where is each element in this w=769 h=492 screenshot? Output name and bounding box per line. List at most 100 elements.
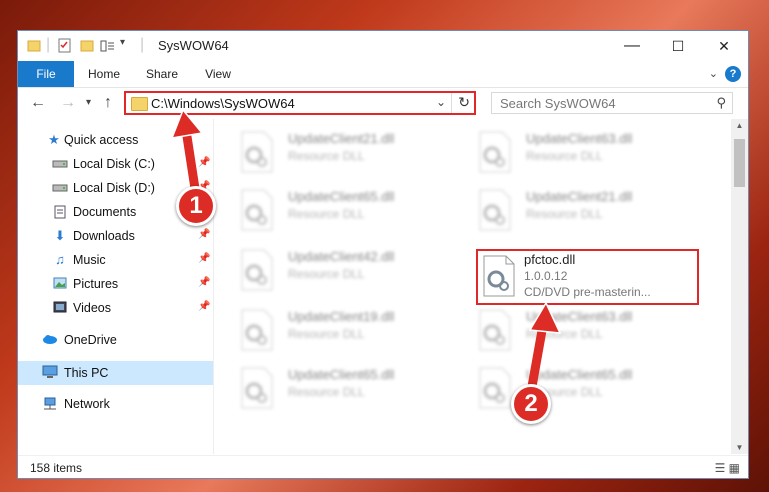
- view-toggle-icons[interactable]: ☰ ▦: [715, 461, 740, 475]
- navigation-pane: ★ Quick access Local Disk (C:) 📌 Local D…: [18, 119, 214, 454]
- up-arrow-icon[interactable]: ↑: [104, 94, 112, 112]
- sidebar-item-videos[interactable]: Videos 📌: [18, 297, 213, 319]
- tab-home[interactable]: Home: [80, 61, 128, 87]
- file-type: Resource DLL: [526, 149, 603, 163]
- sidebar-item-downloads[interactable]: ⬇ Downloads 📌: [18, 225, 213, 247]
- sidebar-item-quick-access[interactable]: ★ Quick access: [18, 129, 213, 151]
- list-item[interactable]: UpdateClient21.dll Resource DLL: [478, 185, 708, 235]
- status-bar: 158 items ☰ ▦: [18, 455, 748, 478]
- file-type: Resource DLL: [288, 149, 365, 163]
- pin-icon[interactable]: 📌: [198, 277, 210, 288]
- sidebar-item-pictures[interactable]: Pictures 📌: [18, 273, 213, 295]
- sidebar-item-this-pc[interactable]: This PC: [18, 361, 213, 385]
- pin-icon[interactable]: 📌: [198, 301, 210, 312]
- list-item[interactable]: UpdateClient42.dll Resource DLL: [240, 245, 470, 295]
- dll-file-icon: [241, 367, 273, 409]
- sidebar-item-music[interactable]: ♫ Music 📌: [18, 249, 213, 271]
- network-icon: [42, 397, 58, 411]
- sidebar-item-label: Documents: [73, 205, 137, 219]
- pin-icon[interactable]: 📌: [198, 229, 210, 240]
- music-icon: ♫: [55, 252, 65, 267]
- address-path[interactable]: C:\Windows\SysWOW64: [151, 96, 295, 111]
- search-box[interactable]: Search SysWOW64 ⚲: [491, 92, 733, 114]
- sidebar-item-label: Local Disk (C:): [73, 157, 155, 171]
- dll-file-icon: [479, 309, 511, 351]
- dll-file-icon: [241, 249, 273, 291]
- tab-view[interactable]: View: [194, 61, 242, 87]
- navigation-bar: ← → ▾ ↑ C:\Windows\SysWOW64 ⌄ ↻ Search S…: [18, 88, 748, 118]
- selection-highlight: [476, 249, 699, 305]
- search-input[interactable]: Search SysWOW64: [500, 96, 616, 111]
- new-folder-icon[interactable]: [80, 38, 94, 54]
- file-name: UpdateClient65.dll: [288, 189, 395, 204]
- file-name: UpdateClient63.dll: [526, 309, 633, 324]
- pin-icon[interactable]: 📌: [198, 157, 210, 168]
- recent-locations-icon[interactable]: ▾: [86, 97, 91, 108]
- dll-file-icon: [241, 189, 273, 231]
- list-item[interactable]: UpdateClient65.dll Resource DLL: [240, 363, 470, 413]
- star-icon: ★: [48, 132, 60, 147]
- scroll-thumb[interactable]: [734, 139, 745, 187]
- item-count: 158 items: [30, 461, 83, 475]
- file-type: Resource DLL: [288, 327, 365, 341]
- drive-icon: [52, 181, 68, 195]
- file-name: UpdateClient65.dll: [526, 367, 633, 382]
- toolbar-divider: |: [46, 36, 51, 53]
- title-divider: |: [140, 36, 145, 53]
- help-icon[interactable]: ?: [725, 66, 741, 82]
- dll-file-icon: [479, 131, 511, 173]
- list-item[interactable]: UpdateClient65.dll Resource DLL: [240, 185, 470, 235]
- file-name: UpdateClient63.dll: [526, 131, 633, 146]
- expand-ribbon-icon[interactable]: ⌄: [709, 67, 718, 80]
- sidebar-item-label: Downloads: [73, 229, 135, 243]
- sidebar-item-label: Music: [73, 253, 106, 267]
- maximize-button[interactable]: ☐: [655, 31, 701, 61]
- customize-view-icon[interactable]: [100, 38, 116, 54]
- address-dropdown-icon[interactable]: ⌄: [436, 95, 446, 109]
- download-icon: ⬇: [54, 228, 66, 243]
- file-name: UpdateClient21.dll: [526, 189, 633, 204]
- dll-file-icon: [241, 309, 273, 351]
- file-list: UpdateClient21.dll Resource DLL UpdateCl…: [214, 119, 730, 454]
- file-type: Resource DLL: [288, 385, 365, 399]
- search-icon[interactable]: ⚲: [716, 95, 726, 111]
- refresh-icon[interactable]: ↻: [458, 94, 470, 111]
- list-item[interactable]: UpdateClient21.dll Resource DLL: [240, 127, 470, 177]
- file-name: UpdateClient19.dll: [288, 309, 395, 324]
- folder-icon: [131, 97, 148, 111]
- annotation-badge-1: 1: [176, 186, 216, 226]
- quick-access-dropdown-icon[interactable]: ▾: [120, 37, 125, 53]
- file-type: Resource DLL: [526, 327, 603, 341]
- ribbon: File Home Share View ⌄ ?: [18, 61, 748, 88]
- list-item[interactable]: UpdateClient63.dll Resource DLL: [478, 127, 708, 177]
- computer-icon: [42, 365, 58, 379]
- file-name: UpdateClient65.dll: [288, 367, 395, 382]
- sidebar-item-label: Network: [64, 397, 110, 411]
- vertical-scrollbar[interactable]: ▲ ▼: [731, 119, 748, 454]
- tab-file[interactable]: File: [18, 61, 74, 87]
- window-title: SysWOW64: [158, 38, 229, 53]
- folder-icon: [27, 40, 41, 52]
- tab-share[interactable]: Share: [138, 61, 186, 87]
- sidebar-item-label: Pictures: [73, 277, 119, 291]
- forward-arrow-icon[interactable]: →: [60, 94, 76, 112]
- list-item[interactable]: UpdateClient63.dll Resource DLL: [478, 305, 708, 355]
- list-item[interactable]: UpdateClient19.dll Resource DLL: [240, 305, 470, 355]
- explorer-window: | ▾ | SysWOW64 — ☐ ✕ File Home Share Vie…: [17, 30, 749, 479]
- sidebar-item-onedrive[interactable]: OneDrive: [18, 329, 213, 351]
- close-button[interactable]: ✕: [701, 31, 747, 61]
- sidebar-item-label: OneDrive: [64, 333, 117, 347]
- properties-icon[interactable]: [58, 38, 72, 54]
- address-bar[interactable]: C:\Windows\SysWOW64 ⌄ ↻: [124, 91, 476, 115]
- sidebar-item-label: Videos: [73, 301, 111, 315]
- back-arrow-icon[interactable]: ←: [30, 94, 46, 112]
- sidebar-item-network[interactable]: Network: [18, 393, 213, 415]
- file-type: Resource DLL: [526, 207, 603, 221]
- minimize-button[interactable]: —: [609, 31, 655, 61]
- annotation-badge-2: 2: [511, 384, 551, 424]
- scroll-down-icon[interactable]: ▼: [731, 443, 748, 452]
- sidebar-item-local-disk-c[interactable]: Local Disk (C:) 📌: [18, 153, 213, 175]
- pin-icon[interactable]: 📌: [198, 253, 210, 264]
- scroll-up-icon[interactable]: ▲: [731, 121, 748, 130]
- sidebar-item-label: Quick access: [64, 133, 139, 147]
